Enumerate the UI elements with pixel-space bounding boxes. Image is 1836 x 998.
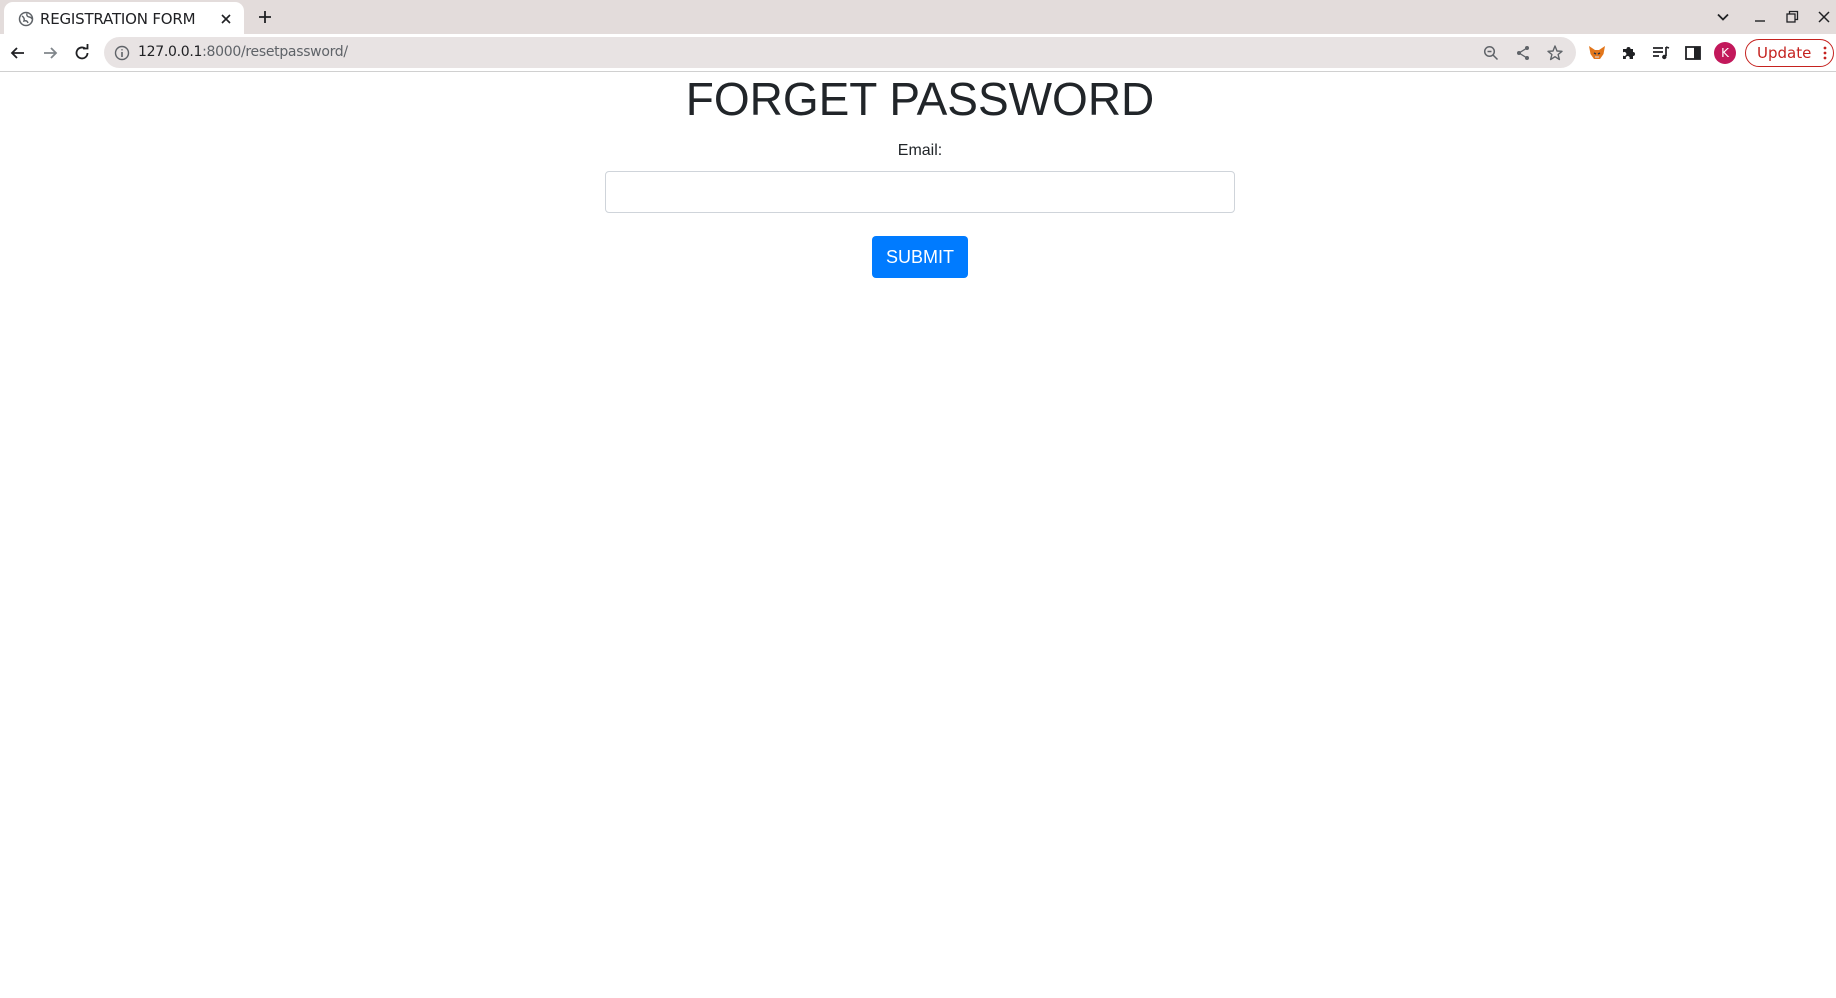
puzzle-icon[interactable] (1619, 43, 1639, 63)
email-label: Email: (897, 142, 943, 159)
avatar[interactable]: K (1714, 42, 1736, 64)
tab-title: REGISTRATION FORM (40, 10, 196, 28)
chevron-down-icon[interactable] (1714, 8, 1732, 26)
restore-icon[interactable] (1783, 8, 1801, 26)
page-title: FORGET PASSWORD (685, 73, 1155, 125)
media-control-icon[interactable] (1651, 43, 1671, 63)
url-host: 127.0.0.1 (138, 44, 203, 60)
browser-toolbar: 127.0.0.1:8000/resetpassword/ K Update (0, 34, 1836, 72)
email-field[interactable] (605, 171, 1235, 213)
update-button[interactable]: Update (1745, 39, 1834, 67)
side-panel-icon[interactable] (1683, 43, 1703, 63)
zoom-icon[interactable] (1482, 44, 1500, 62)
arrow-right-icon[interactable] (40, 43, 60, 63)
browser-tab[interactable]: REGISTRATION FORM (4, 2, 244, 34)
globe-icon (18, 11, 34, 27)
url-path: :8000/resetpassword/ (202, 44, 348, 60)
minimize-icon[interactable] (1751, 8, 1769, 26)
kebab-menu-icon (1823, 46, 1827, 60)
tab-strip: REGISTRATION FORM (0, 0, 1836, 34)
update-label: Update (1757, 44, 1812, 62)
share-icon[interactable] (1514, 44, 1532, 62)
window-close-icon[interactable] (1815, 8, 1833, 26)
fox-icon[interactable] (1587, 43, 1607, 63)
reload-icon[interactable] (72, 43, 92, 63)
star-icon[interactable] (1546, 44, 1564, 62)
url-text[interactable]: 127.0.0.1:8000/resetpassword/ (138, 44, 348, 60)
plus-icon[interactable] (256, 8, 274, 26)
address-bar[interactable]: 127.0.0.1:8000/resetpassword/ (104, 37, 1576, 68)
info-icon[interactable] (114, 45, 130, 61)
close-icon[interactable] (218, 11, 234, 27)
arrow-left-icon[interactable] (8, 43, 28, 63)
submit-button[interactable]: SUBMIT (872, 236, 968, 278)
page-content: FORGET PASSWORD Email: SUBMIT (0, 73, 1836, 998)
